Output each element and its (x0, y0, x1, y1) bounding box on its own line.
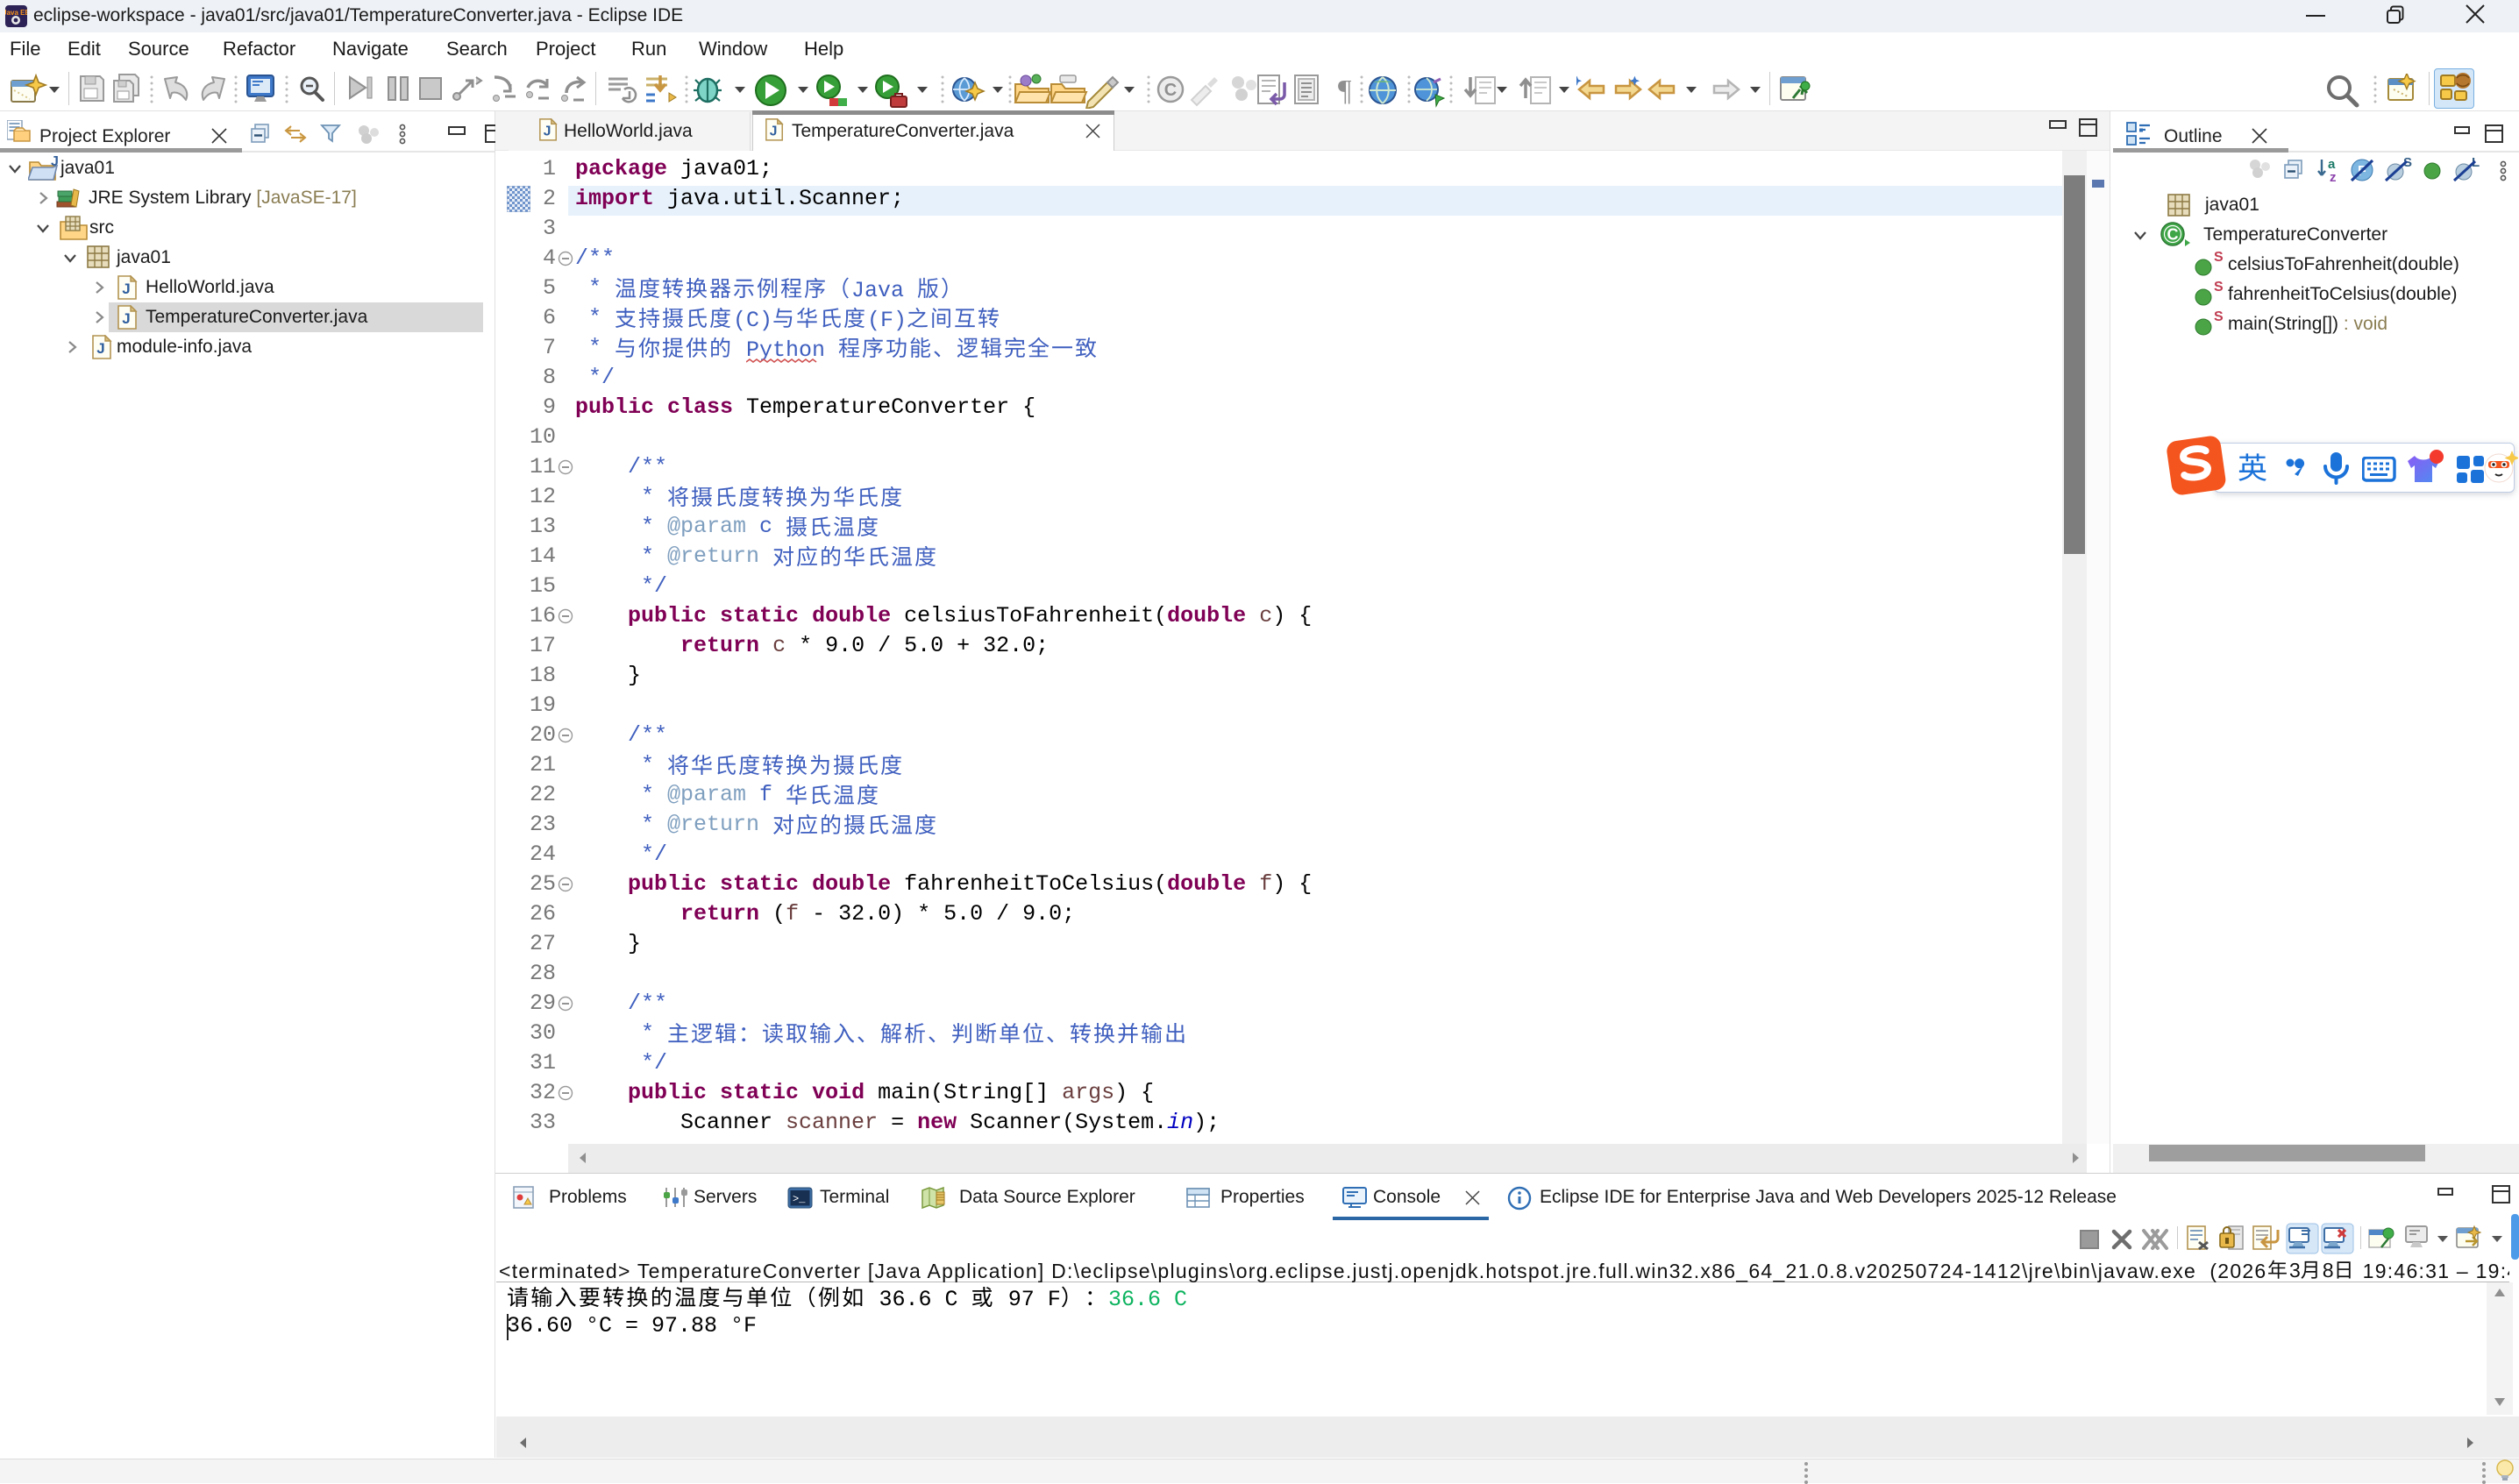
svg-text:S: S (2214, 310, 2224, 324)
svg-text:Java EE: Java EE (5, 9, 27, 17)
svg-text:J: J (544, 124, 551, 138)
svg-text:J: J (96, 340, 104, 357)
svg-text:>_: >_ (793, 1193, 806, 1205)
svg-text:C: C (2167, 226, 2179, 244)
svg-text:J: J (122, 310, 130, 327)
svg-text:z: z (2330, 170, 2337, 184)
svg-text:J: J (122, 280, 130, 297)
svg-text:¶: ¶ (1338, 75, 1352, 107)
svg-text:J: J (770, 124, 778, 138)
svg-text:J: J (51, 155, 59, 169)
svg-text:C: C (1164, 81, 1177, 100)
svg-text:S: S (2214, 280, 2224, 295)
svg-text:S: S (2214, 251, 2224, 265)
